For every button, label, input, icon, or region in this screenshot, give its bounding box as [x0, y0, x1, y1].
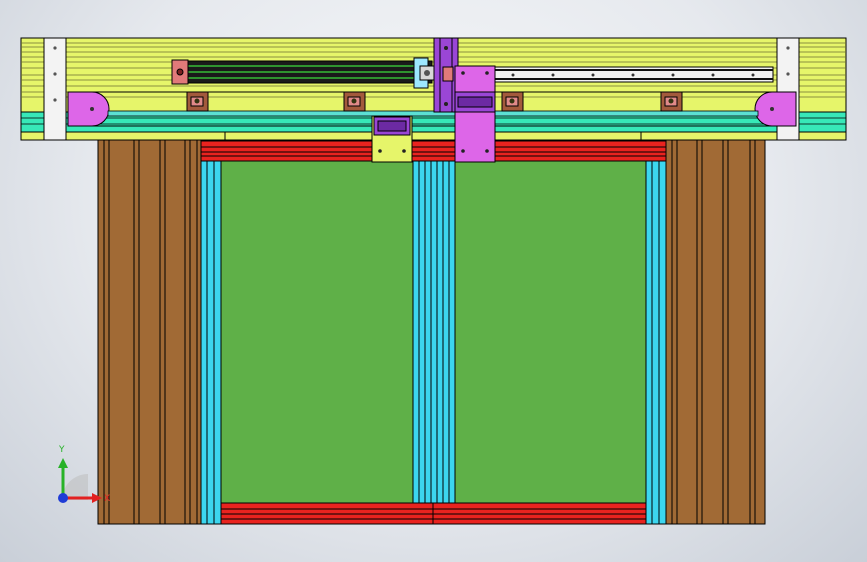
carriage-plate-main	[454, 65, 496, 163]
panel-right	[454, 159, 648, 505]
end-plate-left	[43, 37, 67, 141]
coordinate-triad: Y X	[58, 445, 110, 504]
end-bracket-right	[754, 91, 797, 127]
origin-marker	[58, 493, 68, 503]
rail-carriage-1	[186, 91, 209, 112]
lower-frame	[97, 139, 766, 525]
x-axis-label: X	[104, 494, 110, 504]
end-bracket-left	[67, 91, 110, 127]
rail-carriage-3	[501, 91, 524, 112]
red-rail-top	[200, 140, 667, 162]
rail-carriage-2	[343, 91, 366, 112]
cad-viewport[interactable]: Y X	[0, 0, 867, 562]
panel-left	[220, 159, 414, 505]
assembly-drawing	[20, 37, 847, 525]
rail-carriage-4	[660, 91, 683, 112]
y-axis-label: Y	[58, 445, 65, 455]
